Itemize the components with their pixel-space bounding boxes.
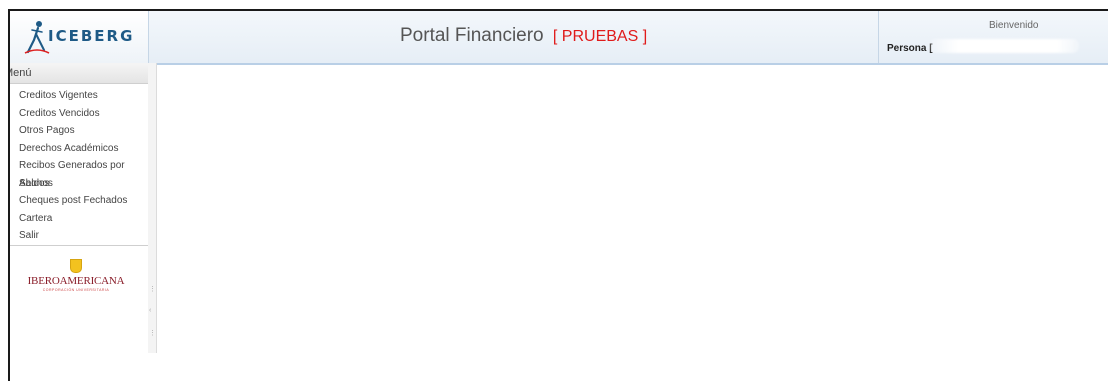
university-name: IBEROAMERICANA bbox=[27, 275, 125, 287]
title-text: Portal Financiero bbox=[400, 25, 544, 46]
header-bar: ICEBERG Portal Financiero [ PRUEBAS ] Bi… bbox=[10, 11, 1108, 65]
shield-icon bbox=[70, 259, 82, 273]
menu-item-abonos[interactable]: Abonos bbox=[10, 175, 148, 193]
sidebar: Menú Creditos Vigentes Creditos Vencidos… bbox=[10, 63, 149, 353]
persona-label: Persona [ bbox=[887, 43, 933, 54]
menu-item-creditos-vigentes[interactable]: Creditos Vigentes bbox=[10, 87, 148, 105]
menu-list: Creditos Vigentes Creditos Vencidos Otro… bbox=[10, 84, 148, 246]
iceberg-logo[interactable]: ICEBERG bbox=[10, 11, 149, 63]
university-subtitle: CORPORACIÓN UNIVERSITARIA bbox=[42, 288, 110, 292]
runner-figure-icon bbox=[24, 21, 50, 54]
menu-item-otros-pagos[interactable]: Otros Pagos bbox=[10, 122, 148, 140]
menu-item-recibos-generados[interactable]: Recibos Generados por Saldos bbox=[10, 157, 148, 189]
welcome-label: Bienvenido bbox=[989, 20, 1039, 31]
page-title: Portal Financiero [ PRUEBAS ] bbox=[400, 25, 647, 47]
grip-icon: ⋮ bbox=[149, 330, 156, 337]
menu-item-cheques-post-fechados[interactable]: Cheques post Fechados bbox=[10, 192, 148, 210]
menu-item-cartera[interactable]: Cartera bbox=[10, 210, 148, 228]
collapse-arrow-icon[interactable]: ‹ bbox=[149, 307, 151, 314]
environment-tag: [ PRUEBAS ] bbox=[552, 28, 648, 45]
menu-item-creditos-vencidos[interactable]: Creditos Vencidos bbox=[10, 105, 148, 123]
user-info: Bienvenido Persona [ bbox=[878, 11, 1108, 63]
app-frame: ICEBERG Portal Financiero [ PRUEBAS ] Bi… bbox=[8, 9, 1108, 381]
logo-text: ICEBERG bbox=[48, 27, 135, 45]
grip-icon: ⋮ bbox=[149, 286, 156, 293]
sidebar-splitter[interactable]: ⋮ ‹ ⋮ bbox=[148, 63, 157, 353]
redacted-name bbox=[929, 39, 1079, 53]
menu-header: Menú bbox=[10, 63, 148, 84]
menu-item-derechos-academicos[interactable]: Derechos Académicos bbox=[10, 140, 148, 158]
university-logo: IBEROAMERICANA CORPORACIÓN UNIVERSITARIA bbox=[16, 259, 136, 299]
menu-item-salir[interactable]: Salir bbox=[10, 227, 148, 245]
